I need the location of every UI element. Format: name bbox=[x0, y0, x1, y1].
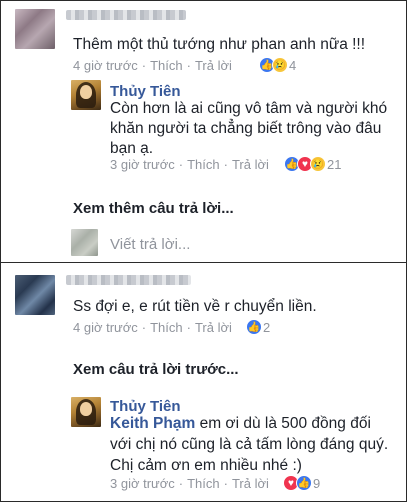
my-avatar bbox=[71, 229, 98, 256]
reply-link[interactable]: Trả lời bbox=[195, 58, 232, 73]
reaction-count: 4 bbox=[289, 57, 297, 73]
reaction-count: 21 bbox=[327, 156, 342, 172]
reply-time[interactable]: 3 giờ trước bbox=[110, 157, 175, 172]
reply-text-line-1: Còn hơn là ai cũng vô tâm và người khó bbox=[110, 100, 388, 117]
commenter-name-blurred[interactable] bbox=[66, 275, 191, 285]
commenter-avatar[interactable] bbox=[15, 275, 55, 315]
comment-text: Thêm một thủ tướng như phan anh nữa !!! bbox=[73, 36, 366, 53]
reply-text-line-2: với chị nó cũng là cả tấm lòng đáng quý. bbox=[110, 436, 389, 453]
like-reaction-icon: 👍 bbox=[296, 475, 312, 491]
reply-input[interactable]: Viết trả lời... bbox=[110, 236, 190, 253]
reply-text-rest: em ơi dù là 500 đồng đối bbox=[199, 415, 371, 432]
reply-text-line-3: Chị cảm ơn em nhiều nhé :) bbox=[110, 457, 302, 474]
reaction-summary[interactable]: 👍 ♥ 😢 21 bbox=[284, 156, 341, 172]
like-link[interactable]: Thích bbox=[150, 320, 183, 335]
reaction-summary[interactable]: 👍 2 bbox=[246, 319, 270, 335]
reply-text-line-3: bạn ạ. bbox=[110, 140, 154, 157]
comment-meta: 4 giờ trước · Thích · Trả lời bbox=[73, 58, 232, 73]
reply-text-line-2: khăn người ta chẳng biết trông vào đâu bbox=[110, 120, 382, 137]
reply-meta: 3 giờ trước · Thích · Trả lời bbox=[110, 476, 269, 491]
reply-text-line-1: Keith Phạm em ơi dù là 500 đồng đối bbox=[110, 413, 371, 434]
reaction-count: 2 bbox=[263, 319, 271, 335]
commenter-avatar[interactable] bbox=[15, 9, 55, 49]
reaction-summary[interactable]: 👍 😢 4 bbox=[259, 57, 296, 73]
reply-link[interactable]: Trả lời bbox=[232, 476, 269, 491]
like-link[interactable]: Thích bbox=[187, 476, 220, 491]
see-more-replies-link[interactable]: Xem thêm câu trả lời... bbox=[73, 200, 234, 217]
comment-meta: 4 giờ trước · Thích · Trả lời bbox=[73, 320, 232, 335]
comment-time[interactable]: 4 giờ trước bbox=[73, 58, 138, 73]
reaction-summary[interactable]: ♥ 👍 9 bbox=[283, 475, 320, 491]
commenter-name-blurred[interactable] bbox=[66, 10, 186, 20]
sad-reaction-icon: 😢 bbox=[310, 156, 326, 172]
reply-link[interactable]: Trả lời bbox=[195, 320, 232, 335]
like-link[interactable]: Thích bbox=[150, 58, 183, 73]
reply-link[interactable]: Trả lời bbox=[232, 157, 269, 172]
divider bbox=[0, 262, 407, 263]
thuy-tien-avatar[interactable] bbox=[71, 80, 101, 110]
like-reaction-icon: 👍 bbox=[246, 319, 262, 335]
thuy-tien-avatar[interactable] bbox=[71, 397, 101, 427]
reply-time[interactable]: 3 giờ trước bbox=[110, 476, 175, 491]
comment-text: Ss đợi e, e rút tiền về r chuyển liền. bbox=[73, 298, 317, 315]
comment-time[interactable]: 4 giờ trước bbox=[73, 320, 138, 335]
sad-reaction-icon: 😢 bbox=[272, 57, 288, 73]
like-link[interactable]: Thích bbox=[187, 157, 220, 172]
reply-meta: 3 giờ trước · Thích · Trả lời bbox=[110, 157, 269, 172]
see-previous-replies-link[interactable]: Xem câu trả lời trước... bbox=[73, 361, 239, 378]
tagged-user-link[interactable]: Keith Phạm bbox=[110, 415, 195, 432]
reaction-count: 9 bbox=[313, 475, 321, 491]
